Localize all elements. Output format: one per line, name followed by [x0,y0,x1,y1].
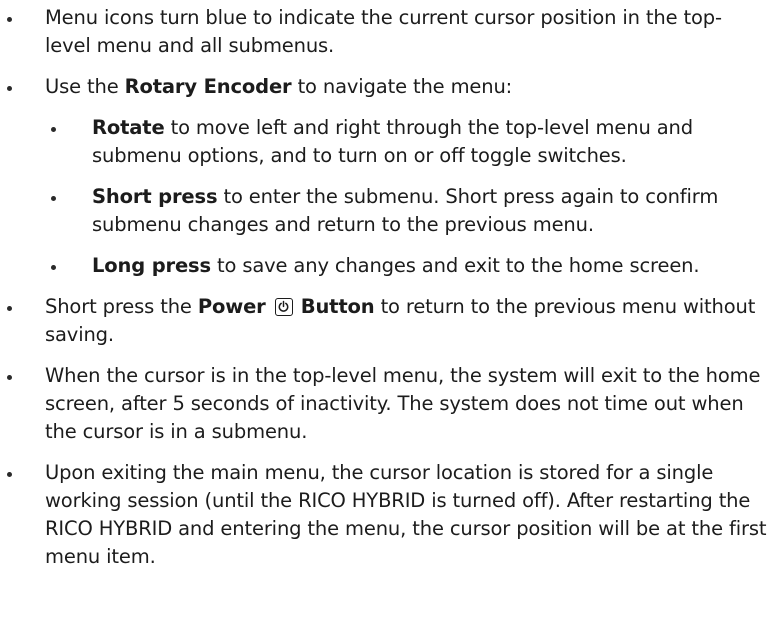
bullet-text-timeout: When the cursor is in the top-level menu… [45,364,761,443]
list-item: Short press the Power Button to return t… [0,293,767,349]
bullet-text-prefix: Use the [45,75,125,98]
button-term: Button [300,295,375,318]
bullet-icon [7,472,12,477]
sub-list-item: Rotate to move left and right through th… [45,114,767,170]
rotary-encoder-sublist: Rotate to move left and right through th… [45,114,767,280]
long-press-term: Long press [92,254,211,277]
power-term: Power [197,295,266,318]
list-item: Menu icons turn blue to indicate the cur… [0,4,767,60]
bullet-icon [7,375,12,380]
long-press-description: to save any changes and exit to the home… [210,254,700,277]
bullet-text-suffix: to navigate the menu: [291,75,513,98]
list-item: Use the Rotary Encoder to navigate the m… [0,73,767,280]
bullet-text-prefix: Short press the [45,295,198,318]
list-item: Upon exiting the main menu, the cursor l… [0,459,767,571]
power-icon [274,298,293,316]
bullet-icon [7,306,12,311]
short-press-term: Short press [92,185,218,208]
rotary-encoder-term: Rotary Encoder [124,75,292,98]
document-page: Menu icons turn blue to indicate the cur… [0,0,767,631]
sub-list-item: Short press to enter the submenu. Short … [45,183,767,239]
instruction-list: Menu icons turn blue to indicate the cur… [0,4,767,571]
bullet-icon [51,265,56,270]
bullet-text-cursor-storage: Upon exiting the main menu, the cursor l… [45,461,767,568]
bullet-icon [7,17,12,22]
bullet-icon [51,196,56,201]
bullet-icon [7,86,12,91]
rotate-description: to move left and right through the top-l… [92,116,693,167]
list-item: When the cursor is in the top-level menu… [0,362,767,446]
sub-list-item: Long press to save any changes and exit … [45,252,767,280]
bullet-text-menu-icons: Menu icons turn blue to indicate the cur… [45,6,722,57]
rotate-term: Rotate [92,116,165,139]
bullet-icon [51,127,56,132]
